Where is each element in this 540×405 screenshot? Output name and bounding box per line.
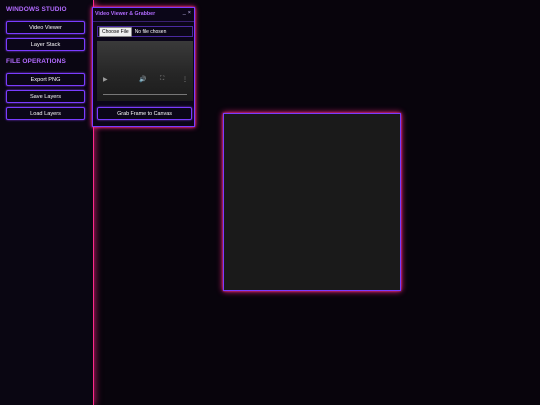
file-status: No file chosen <box>134 28 167 35</box>
choose-file-button[interactable]: Choose File <box>99 26 132 37</box>
window-title: Video Viewer & Grabber <box>95 11 156 17</box>
sidebar: WINDOWS STUDIO Video Viewer Layer Stack … <box>0 0 94 405</box>
file-input[interactable]: Choose File No file chosen <box>97 26 193 37</box>
more-options-icon[interactable]: ⋮ <box>182 76 188 83</box>
minimize-button[interactable]: _ <box>183 10 186 16</box>
video-player[interactable]: ▶ 🔊 ⛶ ⋮ <box>97 41 193 101</box>
window-controls: _ × <box>183 10 191 16</box>
app-title: WINDOWS STUDIO <box>6 6 67 13</box>
grab-frame-button[interactable]: Grab Frame to Canvas <box>97 107 192 120</box>
layer-stack-button[interactable]: Layer Stack <box>6 38 85 51</box>
volume-icon[interactable]: 🔊 <box>139 76 146 83</box>
video-viewer-button[interactable]: Video Viewer <box>6 21 85 34</box>
title-divider <box>93 21 194 22</box>
save-layers-button[interactable]: Save Layers <box>6 90 85 103</box>
fullscreen-icon[interactable]: ⛶ <box>160 76 164 83</box>
video-viewer-window: Video Viewer & Grabber _ × Choose File N… <box>92 7 195 127</box>
video-progress-bar[interactable] <box>103 94 187 95</box>
load-layers-button[interactable]: Load Layers <box>6 107 85 120</box>
play-icon[interactable]: ▶ <box>103 76 108 83</box>
close-button[interactable]: × <box>188 10 191 16</box>
export-png-button[interactable]: Export PNG <box>6 73 85 86</box>
file-operations-title: FILE OPERATIONS <box>6 58 66 65</box>
drawing-canvas[interactable] <box>223 113 401 291</box>
